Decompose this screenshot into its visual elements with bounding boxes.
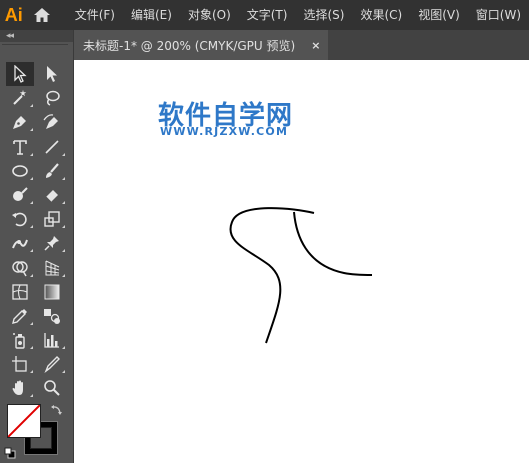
- none-fill-slash-icon: [8, 405, 40, 437]
- selection-tool[interactable]: [6, 62, 34, 86]
- line-segment-icon: [45, 139, 59, 154]
- fill-color-swatch[interactable]: [7, 404, 41, 438]
- eyedropper-icon: [12, 308, 27, 324]
- shape-builder-icon: [12, 260, 28, 276]
- pushpin-icon: [44, 236, 59, 251]
- scale-tool[interactable]: [36, 207, 68, 231]
- magnifier-icon: [44, 380, 60, 397]
- curved-path-right[interactable]: [293, 211, 373, 276]
- line-segment-tool[interactable]: [36, 135, 68, 159]
- width-tool[interactable]: [4, 231, 36, 255]
- pen-tool[interactable]: [4, 110, 36, 134]
- curvature-pen-icon: [43, 114, 58, 130]
- menu-bar: Ai 文件(F) 编辑(E) 对象(O) 文字(T) 选择(S) 效果(C) 视…: [0, 0, 529, 30]
- perspective-grid-icon: [45, 260, 60, 275]
- slice-knife-icon: [44, 356, 60, 374]
- symbol-sprayer-icon: [13, 333, 25, 349]
- direct-selection-arrow-icon: [47, 66, 57, 82]
- menu-type[interactable]: 文字(T): [239, 0, 296, 30]
- home-icon: [34, 8, 51, 22]
- artboard-canvas[interactable]: 软件自学网 WWW.RJZXW.COM: [74, 60, 529, 463]
- gradient-icon: [44, 284, 60, 300]
- width-icon: [12, 239, 28, 249]
- rotate-tool[interactable]: [4, 207, 36, 231]
- menu-view[interactable]: 视图(V): [410, 0, 468, 30]
- curvature-tool[interactable]: [36, 110, 68, 134]
- lasso-tool[interactable]: [36, 86, 68, 110]
- perspective-grid-tool[interactable]: [36, 256, 68, 280]
- paintbrush-tool[interactable]: [36, 159, 68, 183]
- close-tab-button[interactable]: ×: [311, 39, 320, 52]
- blend-icon: [44, 308, 60, 324]
- mesh-icon: [12, 284, 28, 300]
- slice-tool[interactable]: [36, 352, 68, 376]
- default-fill-stroke-icon[interactable]: [4, 444, 18, 459]
- drawn-path-artwork[interactable]: [74, 60, 529, 463]
- menu-object[interactable]: 对象(O): [180, 0, 239, 30]
- curved-path-left[interactable]: [229, 207, 315, 344]
- column-graph-tool[interactable]: [36, 328, 68, 352]
- type-t-icon: [13, 139, 27, 155]
- direct-selection-tool[interactable]: [36, 62, 68, 86]
- blend-tool[interactable]: [36, 304, 68, 328]
- blob-brush-icon: [13, 187, 28, 201]
- menu-edit[interactable]: 编辑(E): [123, 0, 180, 30]
- artboard-icon: [12, 356, 27, 372]
- menu-window[interactable]: 窗口(W): [468, 0, 529, 30]
- gradient-tool[interactable]: [36, 280, 68, 304]
- ellipse-tool[interactable]: [4, 159, 36, 183]
- collapse-panel-button[interactable]: ◂◂: [0, 30, 73, 42]
- symbol-sprayer-tool[interactable]: [4, 328, 36, 352]
- lasso-icon: [46, 90, 60, 106]
- eraser-tool[interactable]: [36, 183, 68, 207]
- rotate-icon: [12, 212, 27, 227]
- mesh-tool[interactable]: [4, 280, 36, 304]
- column-graph-icon: [44, 333, 59, 348]
- menu-select[interactable]: 选择(S): [295, 0, 352, 30]
- app-logo: Ai: [4, 4, 23, 25]
- menu-file[interactable]: 文件(F): [67, 0, 123, 30]
- type-tool[interactable]: [4, 135, 36, 159]
- scale-icon: [44, 211, 60, 227]
- panel-grip[interactable]: [2, 44, 68, 53]
- home-button[interactable]: [28, 0, 57, 30]
- selection-arrow-icon: [14, 65, 27, 83]
- menu-effect[interactable]: 效果(C): [352, 0, 410, 30]
- eraser-icon: [45, 189, 58, 203]
- eyedropper-tool[interactable]: [4, 304, 36, 328]
- pen-icon: [13, 116, 26, 130]
- swap-fill-stroke-icon[interactable]: [50, 404, 62, 419]
- tools-panel: ◂◂: [0, 30, 74, 463]
- shape-builder-tool[interactable]: [4, 256, 36, 280]
- document-tab-title: 未标题-1* @ 200% (CMYK/GPU 预览): [83, 38, 296, 53]
- blob-brush-tool[interactable]: [4, 183, 36, 207]
- hand-icon: [12, 380, 23, 396]
- document-tab-bar: 未标题-1* @ 200% (CMYK/GPU 预览) ×: [74, 30, 529, 60]
- magic-wand-icon: [13, 89, 27, 105]
- hand-tool[interactable]: [4, 376, 36, 400]
- artboard-tool[interactable]: [4, 352, 36, 376]
- magic-wand-tool[interactable]: [4, 86, 36, 110]
- zoom-tool[interactable]: [36, 376, 68, 400]
- ellipse-icon: [12, 164, 28, 177]
- puppet-warp-tool[interactable]: [36, 231, 68, 255]
- document-tab[interactable]: 未标题-1* @ 200% (CMYK/GPU 预览) ×: [74, 30, 328, 60]
- main-menu: 文件(F) 编辑(E) 对象(O) 文字(T) 选择(S) 效果(C) 视图(V…: [67, 0, 529, 30]
- paintbrush-icon: [46, 163, 59, 178]
